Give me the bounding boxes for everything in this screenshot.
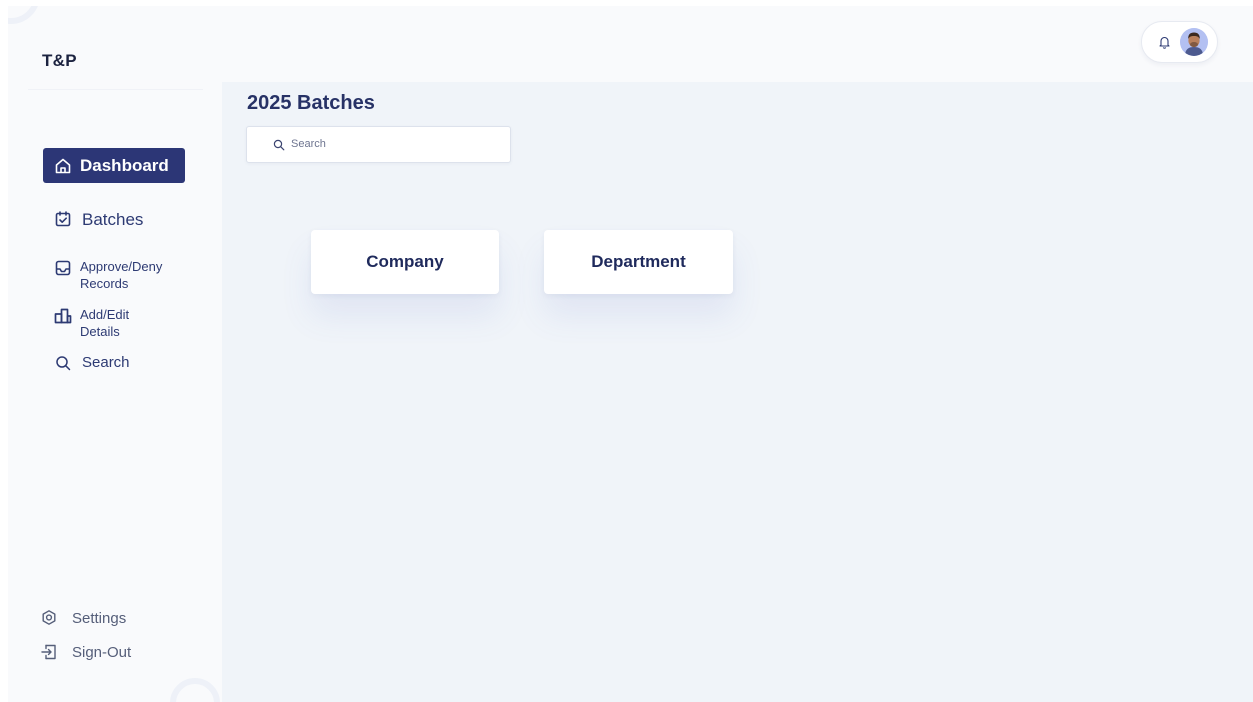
search-input[interactable]	[291, 137, 491, 150]
sidebar-item-label: Dashboard	[80, 155, 169, 175]
sidebar-item-approve-deny[interactable]: Approve/Deny Records	[54, 258, 204, 292]
sidebar-item-search[interactable]: Search	[54, 353, 130, 372]
search-bar[interactable]	[246, 126, 511, 163]
sidebar-item-dashboard[interactable]: Dashboard	[43, 148, 185, 183]
sidebar-item-sign-out[interactable]: Sign-Out	[40, 643, 131, 661]
gear-icon	[40, 609, 58, 627]
search-icon	[54, 354, 72, 372]
sidebar-item-label: Batches	[82, 210, 144, 229]
sidebar-item-label: Add/Edit Details	[80, 307, 130, 339]
sidebar-item-settings[interactable]: Settings	[40, 609, 126, 627]
sidebar-item-label: Search	[82, 354, 130, 371]
decorative-circle	[170, 678, 220, 702]
sidebar-item-label: Approve/Deny Records	[80, 259, 163, 291]
company-card[interactable]: Company	[311, 230, 499, 294]
sidebar: T&P Dashboard Batches Approve/Deny Recor…	[8, 6, 222, 702]
calendar-check-icon	[54, 210, 72, 228]
sidebar-item-add-edit[interactable]: Add/Edit Details	[54, 306, 204, 340]
divider	[28, 89, 203, 90]
sign-out-icon	[40, 643, 58, 661]
app-frame: T&P Dashboard Batches Approve/Deny Recor…	[8, 6, 1253, 702]
department-card[interactable]: Department	[544, 230, 733, 294]
home-icon	[54, 157, 72, 175]
sidebar-item-label: Sign-Out	[72, 643, 132, 661]
page-title: 2025 Batches	[247, 92, 375, 114]
search-icon	[273, 139, 285, 151]
user-avatar[interactable]	[1180, 28, 1208, 56]
bell-icon[interactable]	[1158, 35, 1171, 49]
decorative-circle	[8, 6, 40, 24]
top-bar	[222, 6, 1253, 82]
inbox-icon	[54, 259, 72, 277]
sidebar-item-batches[interactable]: Batches	[54, 209, 143, 230]
sidebar-item-label: Settings	[72, 609, 127, 627]
app-logo: T&P	[42, 51, 77, 70]
building-icon	[54, 307, 72, 325]
